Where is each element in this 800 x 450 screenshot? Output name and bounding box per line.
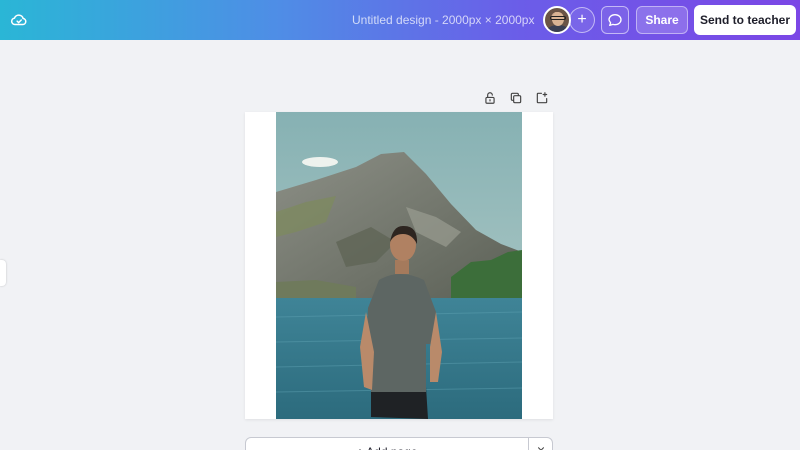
duplicate-icon bbox=[510, 92, 522, 104]
send-to-teacher-button[interactable]: Send to teacher bbox=[694, 5, 796, 35]
cloud-sync-button[interactable] bbox=[8, 9, 30, 31]
duplicate-page-button[interactable] bbox=[508, 90, 524, 106]
comment-button[interactable] bbox=[601, 6, 629, 34]
lake-mountain-photo bbox=[276, 112, 522, 419]
lock-page-button[interactable] bbox=[482, 90, 498, 106]
side-panel-toggle[interactable] bbox=[0, 260, 6, 286]
document-title[interactable]: Untitled design - 2000px × 2000px bbox=[352, 13, 534, 27]
design-page[interactable] bbox=[245, 112, 553, 419]
avatar-glasses bbox=[550, 16, 566, 20]
add-page-icon-button[interactable] bbox=[534, 90, 550, 106]
unlock-icon bbox=[485, 92, 495, 104]
top-bar: Untitled design - 2000px × 2000px + Shar… bbox=[0, 0, 800, 40]
chevron-down-icon bbox=[537, 447, 544, 450]
add-page-icon bbox=[536, 92, 548, 104]
avatar[interactable] bbox=[543, 6, 571, 34]
avatar-body bbox=[547, 25, 569, 32]
share-button[interactable]: Share bbox=[636, 6, 688, 34]
cloud-check-icon bbox=[10, 14, 27, 26]
add-collaborator-button[interactable]: + bbox=[569, 7, 595, 33]
photo-element[interactable] bbox=[276, 112, 522, 419]
add-page-button[interactable]: + Add page bbox=[245, 437, 529, 450]
add-page-options-button[interactable] bbox=[528, 437, 553, 450]
page-toolbar bbox=[482, 90, 550, 106]
comment-icon bbox=[608, 14, 622, 26]
